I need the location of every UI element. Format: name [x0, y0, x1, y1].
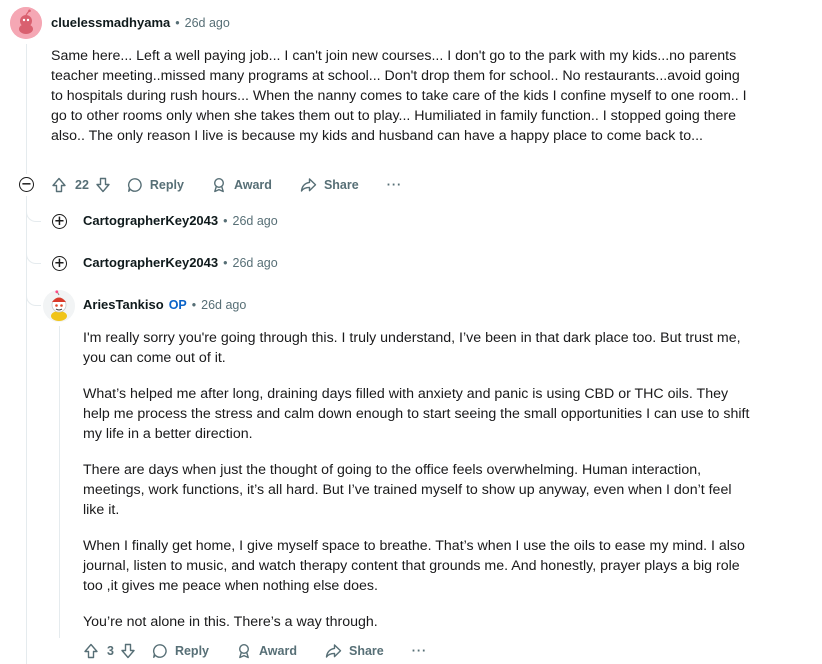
comment1-text: Same here... Left a well paying job... I… [51, 48, 747, 144]
comment2-paragraph: What’s helped me after long, draining da… [83, 386, 750, 442]
plus-icon: + [54, 214, 65, 229]
more-options-icon: ··· [411, 644, 428, 658]
comment1-username[interactable]: cluelessmadhyama [51, 15, 170, 30]
reply-button[interactable]: Reply [152, 643, 209, 659]
comment2-paragraph: You’re not alone in this. There’s a way … [83, 614, 378, 630]
award-icon [213, 177, 224, 193]
thread-elbow-2 [26, 221, 41, 264]
comment1-separator: • [175, 15, 180, 30]
thread-line-comment2[interactable] [59, 326, 60, 638]
comment1-body: Same here... Left a well paying job... I… [51, 46, 751, 162]
downvote-icon [96, 177, 110, 193]
collapsed-reply1-separator: • [223, 213, 228, 228]
comment-bubble-icon [127, 178, 142, 192]
more-options-button[interactable]: ··· [412, 644, 428, 658]
reply-label: Reply [174, 644, 209, 658]
collapsed-reply2-header: CartographerKey2043 • 26d ago [83, 255, 278, 270]
upvote-button[interactable] [51, 177, 67, 193]
share-button[interactable]: Share [300, 177, 359, 193]
comment2-username[interactable]: AriesTankiso [83, 297, 164, 312]
comment1-vote-count: 22 [75, 178, 89, 192]
op-badge: OP [168, 297, 187, 312]
share-label: Share [348, 644, 384, 658]
comment2-body: I'm really sorry you're going through th… [83, 328, 751, 648]
collapsed-reply2-timestamp[interactable]: 26d ago [233, 256, 278, 270]
comment2-vote-count: 3 [107, 644, 114, 658]
expand-reply2-button[interactable]: + [52, 256, 67, 271]
share-label: Share [323, 178, 359, 192]
collapsed-reply1-timestamp[interactable]: 26d ago [233, 214, 278, 228]
more-options-icon: ··· [386, 178, 403, 192]
upvote-button[interactable] [83, 643, 99, 659]
award-button[interactable]: Award [236, 643, 297, 659]
share-icon [300, 178, 317, 192]
downvote-icon [121, 643, 135, 659]
comment-bubble-icon [152, 644, 167, 658]
award-icon [238, 643, 250, 659]
upvote-icon [52, 177, 66, 193]
comment2-paragraph: There are days when just the thought of … [83, 462, 732, 518]
downvote-button[interactable] [95, 177, 111, 193]
comment2-separator: • [191, 297, 197, 312]
award-label: Award [233, 178, 272, 192]
award-button[interactable]: Award [211, 177, 272, 193]
thread-elbow-1 [26, 196, 41, 222]
collapse-comment1-button[interactable]: − [19, 177, 34, 192]
downvote-button[interactable] [120, 643, 136, 659]
comment2-paragraph: When I finally get home, I give myself s… [83, 538, 745, 594]
reply-label: Reply [149, 178, 184, 192]
snoo-avatar-icon [43, 290, 75, 322]
thread-line-comment1[interactable] [26, 44, 27, 174]
comment2-timestamp[interactable]: 26d ago [201, 298, 246, 312]
collapsed-reply1-header: CartographerKey2043 • 26d ago [83, 213, 278, 228]
comment2-actions: 3 Reply Award Share ··· [83, 641, 427, 661]
share-icon [325, 644, 342, 658]
avatar[interactable] [10, 7, 42, 39]
upvote-icon [84, 643, 98, 659]
reply-button[interactable]: Reply [127, 177, 184, 193]
snoo-avatar-icon [10, 7, 42, 39]
comment2-paragraph: I'm really sorry you're going through th… [83, 330, 741, 366]
award-label: Award [259, 644, 297, 658]
collapsed-reply2-username[interactable]: CartographerKey2043 [83, 255, 218, 270]
expand-reply1-button[interactable]: + [52, 214, 67, 229]
comment1-timestamp[interactable]: 26d ago [185, 16, 230, 30]
collapsed-reply1-username[interactable]: CartographerKey2043 [83, 213, 218, 228]
comment1-actions: 22 Reply Award Share ··· [51, 175, 402, 195]
minus-icon: − [21, 177, 32, 192]
comment2-header: AriesTankiso OP • 26d ago [83, 297, 246, 312]
more-options-button[interactable]: ··· [387, 178, 403, 192]
thread-elbow-3 [26, 263, 41, 306]
collapsed-reply2-separator: • [223, 255, 228, 270]
comment1-header: cluelessmadhyama • 26d ago [51, 15, 230, 30]
plus-icon: + [54, 256, 65, 271]
share-button[interactable]: Share [325, 643, 384, 659]
avatar[interactable] [43, 290, 75, 322]
